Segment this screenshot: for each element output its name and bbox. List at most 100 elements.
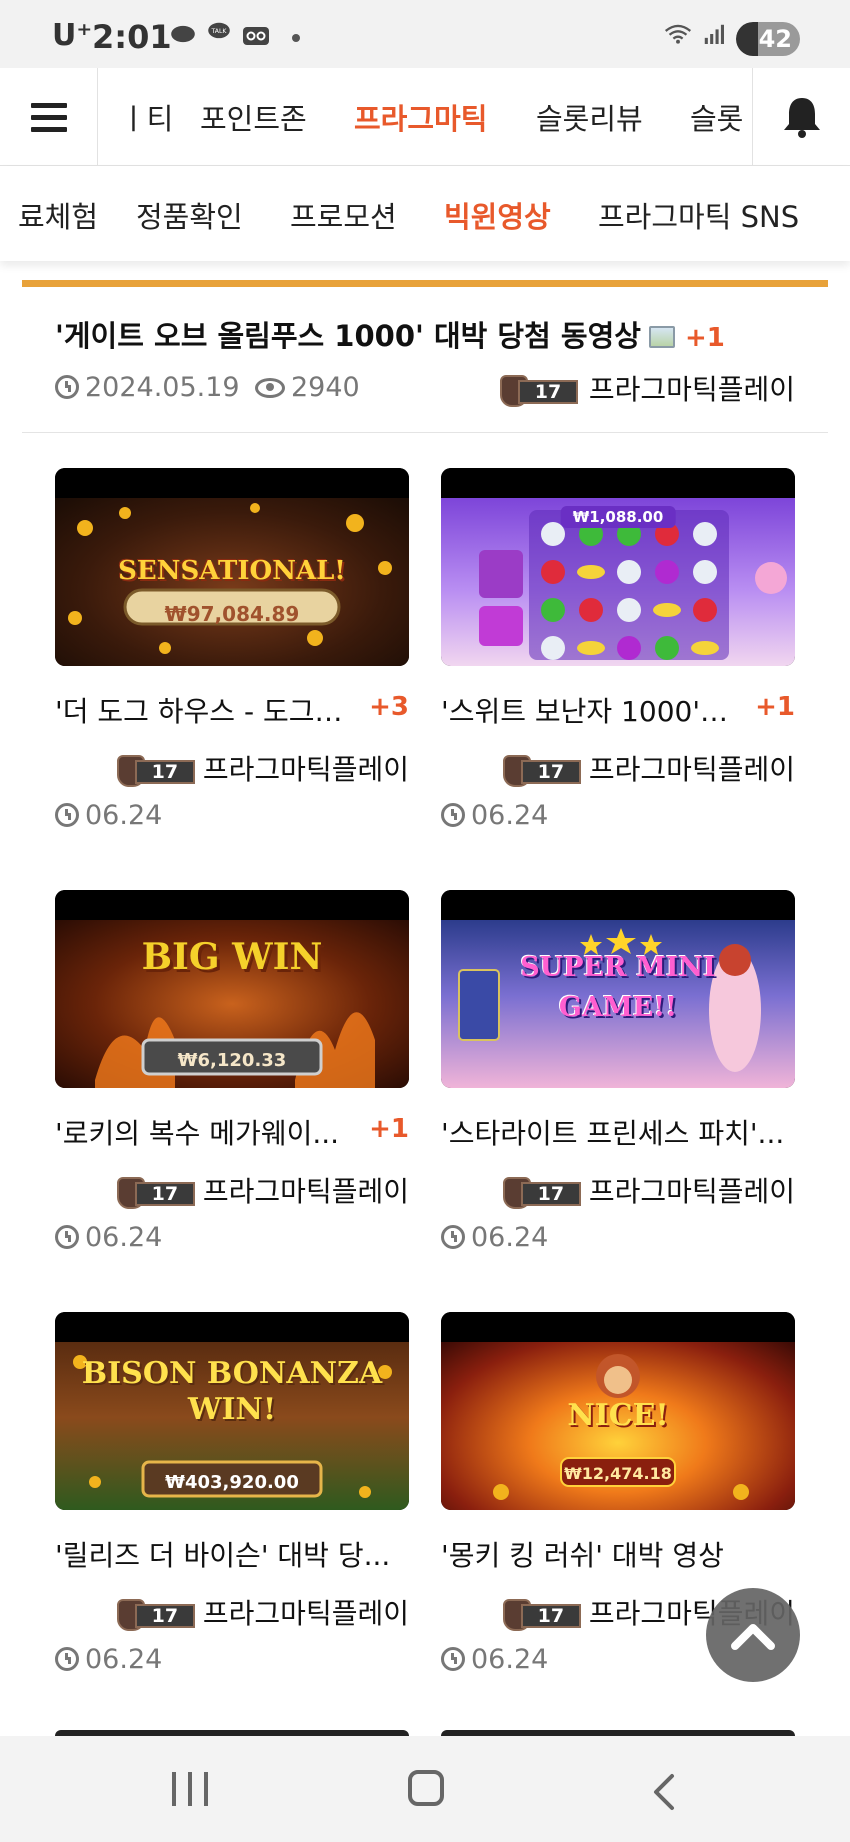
win-amount: ₩1,088.00 — [560, 506, 676, 528]
recent-apps-icon[interactable] — [172, 1772, 208, 1806]
talk-icon: TALK — [208, 22, 230, 39]
sub-nav-tab[interactable]: 료체험 — [18, 194, 98, 236]
video-card[interactable]: SENSATIONAL! ₩97,084.89 '더 도그 하우스 - 도그 .… — [55, 468, 409, 848]
clock-icon — [55, 803, 79, 827]
card-author-name[interactable]: 프라그마틱플레이 — [203, 1597, 409, 1630]
card-author[interactable]: 17 프라그마틱플레이 — [116, 1170, 409, 1210]
video-thumbnail[interactable]: NICE! ₩12,474.18 — [441, 1312, 795, 1510]
card-comment-count: +3 — [369, 692, 409, 722]
video-thumbnail[interactable]: ₩1,088.00 — [441, 468, 795, 666]
voicemail-icon — [243, 27, 269, 45]
post-title[interactable]: '게이트 오브 올림푸스 1000' 대박 당첨 동영상 +1 — [55, 313, 725, 355]
card-date-text: 06.24 — [471, 1644, 549, 1675]
card-author-name[interactable]: 프라그마틱플레이 — [589, 753, 795, 786]
card-author[interactable]: 17 프라그마틱플레이 — [502, 748, 795, 788]
win-amount: ₩97,084.89 — [164, 602, 300, 626]
card-author-name[interactable]: 프라그마틱플레이 — [203, 753, 409, 786]
post-views: 2940 — [255, 372, 360, 403]
image-icon — [648, 326, 675, 348]
card-date-text: 06.24 — [471, 800, 549, 831]
card-title-text[interactable]: '스타라이트 프린세스 파치'... — [441, 1112, 784, 1152]
win-banner: NICE! — [567, 1398, 669, 1433]
video-thumbnail[interactable]: SUPER MINI GAME!! — [441, 890, 795, 1088]
card-date: 06.24 — [55, 1222, 162, 1253]
card-date: 06.24 — [441, 1222, 548, 1253]
card-author[interactable]: 17 프라그마틱플레이 — [502, 1170, 795, 1210]
video-thumbnail[interactable]: BIG WIN ₩6,120.33 — [55, 890, 409, 1088]
video-thumbnail[interactable]: BISON BONANZA WIN! ₩403,920.00 — [55, 1312, 409, 1510]
svg-text:TALK: TALK — [211, 28, 228, 35]
level-badge-icon: 17 — [500, 375, 580, 407]
card-title-text[interactable]: '로키의 복수 메가웨이... — [55, 1112, 339, 1152]
top-nav-tabs[interactable]: ㅣ티 포인트존 프라그마틱 슬롯리뷰 슬롯 — [98, 68, 752, 166]
card-date: 06.24 — [55, 800, 162, 831]
post-author-name[interactable]: 프라그마틱플레이 — [589, 373, 795, 406]
bell-icon[interactable] — [752, 68, 850, 166]
card-author[interactable]: 17 프라그마틱플레이 — [116, 748, 409, 788]
top-nav-tab[interactable]: 슬롯리뷰 — [536, 96, 643, 138]
card-date: 06.24 — [55, 1644, 162, 1675]
top-nav-tab[interactable]: ㅣ티 — [120, 96, 173, 138]
sub-nav-tab[interactable]: 프라그마틱 SNS — [598, 194, 799, 236]
section-divider-bar — [22, 280, 828, 287]
card-title-text[interactable]: '스위트 보난자 1000' ... — [441, 690, 731, 730]
post-title-text[interactable]: '게이트 오브 올림푸스 1000' 대박 당첨 동영상 — [55, 319, 641, 353]
sub-nav-tab[interactable]: 정품확인 — [136, 194, 243, 236]
chat-app-icon — [171, 25, 195, 43]
card-title-text[interactable]: '릴리즈 더 바이슨' 대박 당... — [55, 1534, 390, 1574]
eye-icon — [255, 378, 285, 398]
post-author[interactable]: 17 프라그마틱플레이 — [500, 368, 795, 408]
card-author-name[interactable]: 프라그마틱플레이 — [203, 1175, 409, 1208]
video-card[interactable]: ₩1,088.00 '스위트 보난자 1000' ... +1 17 프라그마틱플레… — [441, 468, 795, 848]
card-author-name[interactable]: 프라그마틱플레이 — [589, 1175, 795, 1208]
top-nav: ㅣ티 포인트존 프라그마틱 슬롯리뷰 슬롯 — [0, 68, 850, 166]
video-card[interactable]: BIG WIN ₩6,120.33 '로키의 복수 메가웨이... +1 17 프라… — [55, 890, 409, 1270]
video-card[interactable]: SUPER MINI GAME!! '스타라이트 프린세스 파치'... 17 프… — [441, 890, 795, 1270]
level-badge-icon: 17 — [502, 1177, 583, 1209]
battery-indicator: 42 — [736, 22, 800, 56]
divider — [22, 432, 828, 433]
card-comment-count: +1 — [755, 692, 795, 722]
clock-icon — [55, 375, 79, 399]
win-banner: BISON BONANZA WIN! — [81, 1356, 383, 1427]
scroll-top-button[interactable] — [706, 1588, 800, 1682]
wifi-icon — [664, 24, 692, 44]
clock-icon — [441, 803, 465, 827]
card-title[interactable]: '더 도그 하우스 - 도그 ... +3 — [55, 690, 409, 730]
card-title-text[interactable]: '더 도그 하우스 - 도그 ... — [55, 690, 345, 730]
post-date: 2024.05.19 — [55, 372, 240, 403]
top-nav-tab-active[interactable]: 프라그마틱 — [354, 96, 487, 138]
level-badge-icon: 17 — [502, 755, 583, 787]
card-author[interactable]: 17 프라그마틱플레이 — [116, 1592, 409, 1632]
card-comment-count: +1 — [369, 1114, 409, 1144]
bell-icon-glyph — [783, 98, 820, 138]
hamburger-menu-icon[interactable] — [0, 68, 98, 166]
win-banner: BIG WIN — [141, 936, 323, 978]
card-title[interactable]: '로키의 복수 메가웨이... +1 — [55, 1112, 409, 1152]
video-thumbnail[interactable]: SENSATIONAL! ₩97,084.89 — [55, 468, 409, 666]
sub-nav-tab[interactable]: 프로모션 — [290, 194, 397, 236]
level-badge-icon: 17 — [116, 1599, 197, 1631]
card-title[interactable]: '스위트 보난자 1000' ... +1 — [441, 690, 795, 730]
chevron-up-icon — [731, 1624, 775, 1650]
signal-icon — [704, 24, 724, 44]
card-date: 06.24 — [441, 1644, 548, 1675]
card-title[interactable]: '몽키 킹 러쉬' 대박 영상 — [441, 1534, 795, 1574]
top-nav-tab[interactable]: 포인트존 — [200, 96, 307, 138]
win-amount: ₩403,920.00 — [165, 1472, 299, 1493]
card-title[interactable]: '릴리즈 더 바이슨' 대박 당... — [55, 1534, 409, 1574]
sub-nav-tab-active[interactable]: 빅윈영상 — [444, 194, 551, 236]
card-title-text[interactable]: '몽키 킹 러쉬' 대박 영상 — [441, 1534, 724, 1574]
clock-icon — [55, 1647, 79, 1671]
video-card[interactable]: BISON BONANZA WIN! ₩403,920.00 '릴리즈 더 바이… — [55, 1312, 409, 1692]
level-badge-icon: 17 — [116, 1177, 197, 1209]
clock-icon — [441, 1647, 465, 1671]
clock-icon — [441, 1225, 465, 1249]
card-title[interactable]: '스타라이트 프린세스 파치'... — [441, 1112, 795, 1152]
back-icon[interactable] — [650, 1772, 678, 1812]
top-nav-tab[interactable]: 슬롯 — [690, 96, 743, 138]
clock-icon — [55, 1225, 79, 1249]
post-views-text: 2940 — [291, 372, 360, 403]
home-icon[interactable] — [408, 1770, 444, 1806]
card-date-text: 06.24 — [85, 800, 163, 831]
